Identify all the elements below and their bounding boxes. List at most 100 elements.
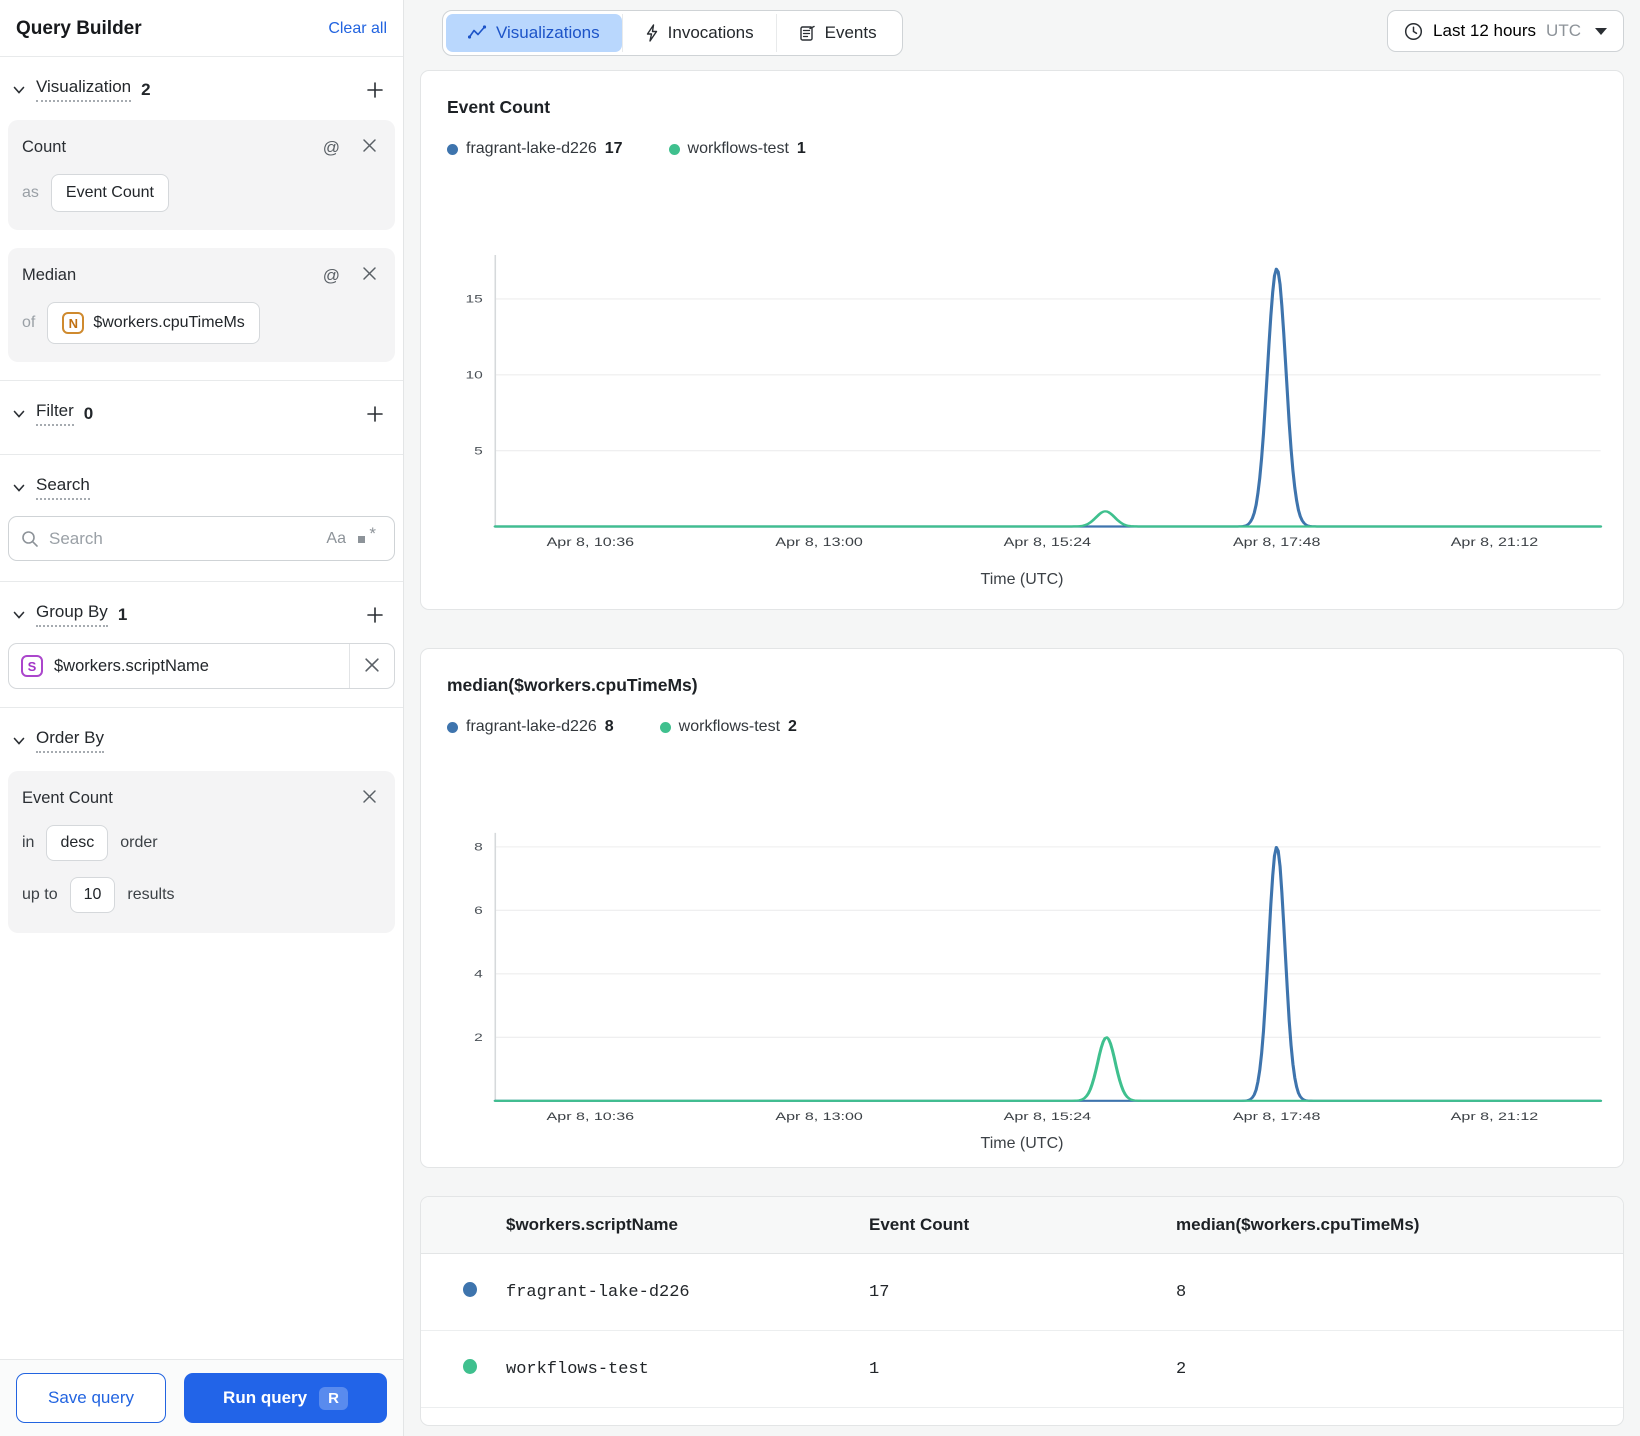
string-type-icon: S (21, 655, 43, 677)
chevron-down-icon[interactable] (12, 83, 26, 97)
regex-button[interactable]: * (352, 524, 382, 549)
time-range-label: Last 12 hours (1433, 21, 1537, 40)
order-by-card: Event Count in desc order up to 10 resul… (8, 771, 395, 933)
remove-group-by-button[interactable] (350, 644, 394, 688)
clear-all-button[interactable]: Clear all (328, 20, 387, 38)
tab-visualizations[interactable]: Visualizations (446, 14, 622, 52)
table-row[interactable]: fragrant-lake-d226 17 8 (421, 1253, 1623, 1331)
svg-text:Apr 8, 15:24: Apr 8, 15:24 (1004, 1109, 1092, 1122)
sidebar-footer: Save query Run query R (0, 1359, 403, 1436)
alias-at-button[interactable]: @ (319, 137, 344, 158)
series-value: 17 (604, 140, 623, 157)
close-icon (363, 790, 376, 803)
chevron-down-icon[interactable] (12, 481, 26, 495)
svg-text:Apr 8, 17:48: Apr 8, 17:48 (1233, 535, 1321, 548)
app-root: Query Builder Clear all Visualization 2 … (0, 0, 1640, 1436)
svg-text:Apr 8, 13:00: Apr 8, 13:00 (775, 1109, 863, 1122)
remove-count-button[interactable] (358, 136, 381, 158)
in-label: in (22, 834, 35, 851)
median-cell: 8 (1176, 1253, 1623, 1331)
query-builder-sidebar: Query Builder Clear all Visualization 2 … (0, 0, 404, 1436)
event-note-icon (799, 25, 815, 41)
svg-text:Apr 8, 21:12: Apr 8, 21:12 (1451, 535, 1539, 548)
match-case-button[interactable]: Aa (320, 530, 352, 548)
alias-at-button[interactable]: @ (319, 265, 344, 286)
close-icon (365, 657, 379, 672)
search-box: Aa * (8, 516, 395, 561)
event-count-chart-card: Event Count fragrant-lake-d226 17 workfl… (420, 70, 1624, 610)
timezone-label: UTC (1546, 21, 1581, 40)
add-filter-button[interactable] (363, 402, 387, 426)
add-group-by-button[interactable] (363, 603, 387, 627)
svg-text:8: 8 (474, 841, 483, 853)
search-input[interactable] (49, 528, 321, 549)
save-query-button[interactable]: Save query (16, 1373, 166, 1423)
chevron-down-icon[interactable] (12, 608, 26, 622)
svg-text:Apr 8, 21:12: Apr 8, 21:12 (1451, 1109, 1539, 1122)
script-name-cell: workflows-test (506, 1330, 869, 1408)
order-by-label: Order By (36, 728, 105, 753)
search-icon (22, 530, 38, 547)
table-row[interactable]: workflows-test 1 2 (421, 1330, 1623, 1408)
visualization-count: 2 (141, 79, 151, 99)
page-title: Query Builder (16, 18, 142, 39)
svg-text:6: 6 (474, 904, 483, 916)
remove-median-button[interactable] (358, 264, 381, 286)
of-label: of (22, 314, 36, 331)
median-cpu-plot[interactable]: 2 4 6 8 Apr 8, 10:36 Apr 8, 13:00 Apr 8, 15:24… (431, 827, 1613, 1123)
event-count-cell: 1 (869, 1330, 1176, 1408)
at-icon: @ (322, 265, 340, 285)
series-name: fragrant-lake-d226 (466, 718, 597, 735)
card-title: Median (22, 265, 77, 284)
tab-label: Visualizations (496, 23, 600, 42)
tab-invocations[interactable]: Invocations (621, 14, 776, 52)
chart-pulse-icon (468, 25, 487, 39)
main-content: Visualizations Invocations Events Last 1… (404, 0, 1640, 1436)
direction-select[interactable]: desc (46, 825, 109, 861)
visualization-card-count: Count @ as Event Count (8, 120, 395, 230)
series-dot (659, 721, 671, 733)
median-field-selector[interactable]: N $workers.cpuTimeMs (47, 302, 260, 344)
count-alias-field[interactable]: Event Count (50, 174, 169, 212)
group-by-section-header: Group By 1 (8, 582, 395, 641)
group-by-field-row[interactable]: S $workers.scriptName (8, 643, 395, 689)
order-label: order (120, 834, 158, 851)
order-by-section-header: Order By (8, 708, 395, 767)
close-icon (363, 139, 376, 152)
x-axis-label: Time (UTC) (980, 571, 1064, 588)
group-by-label: Group By (36, 602, 108, 627)
series-dot (668, 143, 680, 155)
group-by-value: $workers.scriptName (54, 656, 209, 675)
run-query-button[interactable]: Run query R (184, 1373, 387, 1423)
tab-events[interactable]: Events (775, 14, 899, 52)
clock-icon (1404, 22, 1423, 40)
sidebar-body: Visualization 2 Count @ as Event Count M… (0, 57, 403, 1359)
chevron-down-icon[interactable] (12, 407, 26, 421)
numeric-type-icon: N (62, 312, 85, 334)
series-value: 8 (604, 718, 614, 735)
chart-legend: fragrant-lake-d226 17 workflows-test 1 (421, 118, 1623, 158)
caret-down-icon (1595, 27, 1607, 35)
filter-label: Filter (36, 401, 74, 426)
card-title: Count (22, 137, 67, 156)
table-header-row: $workers.scriptName Event Count median($… (421, 1197, 1623, 1254)
group-by-count: 1 (117, 604, 128, 624)
median-cpu-chart-card: median($workers.cpuTimeMs) fragrant-lake… (420, 648, 1624, 1168)
remove-order-by-button[interactable] (358, 787, 381, 809)
median-field-value: $workers.cpuTimeMs (93, 314, 245, 331)
time-range-selector[interactable]: Last 12 hours UTC (1387, 10, 1624, 52)
event-count-plot[interactable]: 5 10 15 Apr 8, 10:36 Apr 8, 13:00 Apr 8, 15:2… (431, 249, 1613, 549)
svg-text:5: 5 (474, 444, 483, 456)
chart-title: Event Count (447, 97, 551, 117)
legend-item[interactable]: fragrant-lake-d226 17 (447, 140, 623, 158)
median-header: median($workers.cpuTimeMs) (1176, 1197, 1623, 1254)
chevron-down-icon[interactable] (12, 734, 26, 748)
legend-item[interactable]: fragrant-lake-d226 8 (447, 718, 614, 736)
legend-item[interactable]: workflows-test 1 (668, 140, 806, 158)
limit-input[interactable]: 10 (69, 877, 116, 913)
event-count-cell: 17 (869, 1253, 1176, 1331)
legend-item[interactable]: workflows-test 2 (659, 718, 797, 736)
add-visualization-button[interactable] (363, 78, 387, 102)
series-dot (463, 1359, 477, 1374)
plus-icon (367, 405, 383, 422)
